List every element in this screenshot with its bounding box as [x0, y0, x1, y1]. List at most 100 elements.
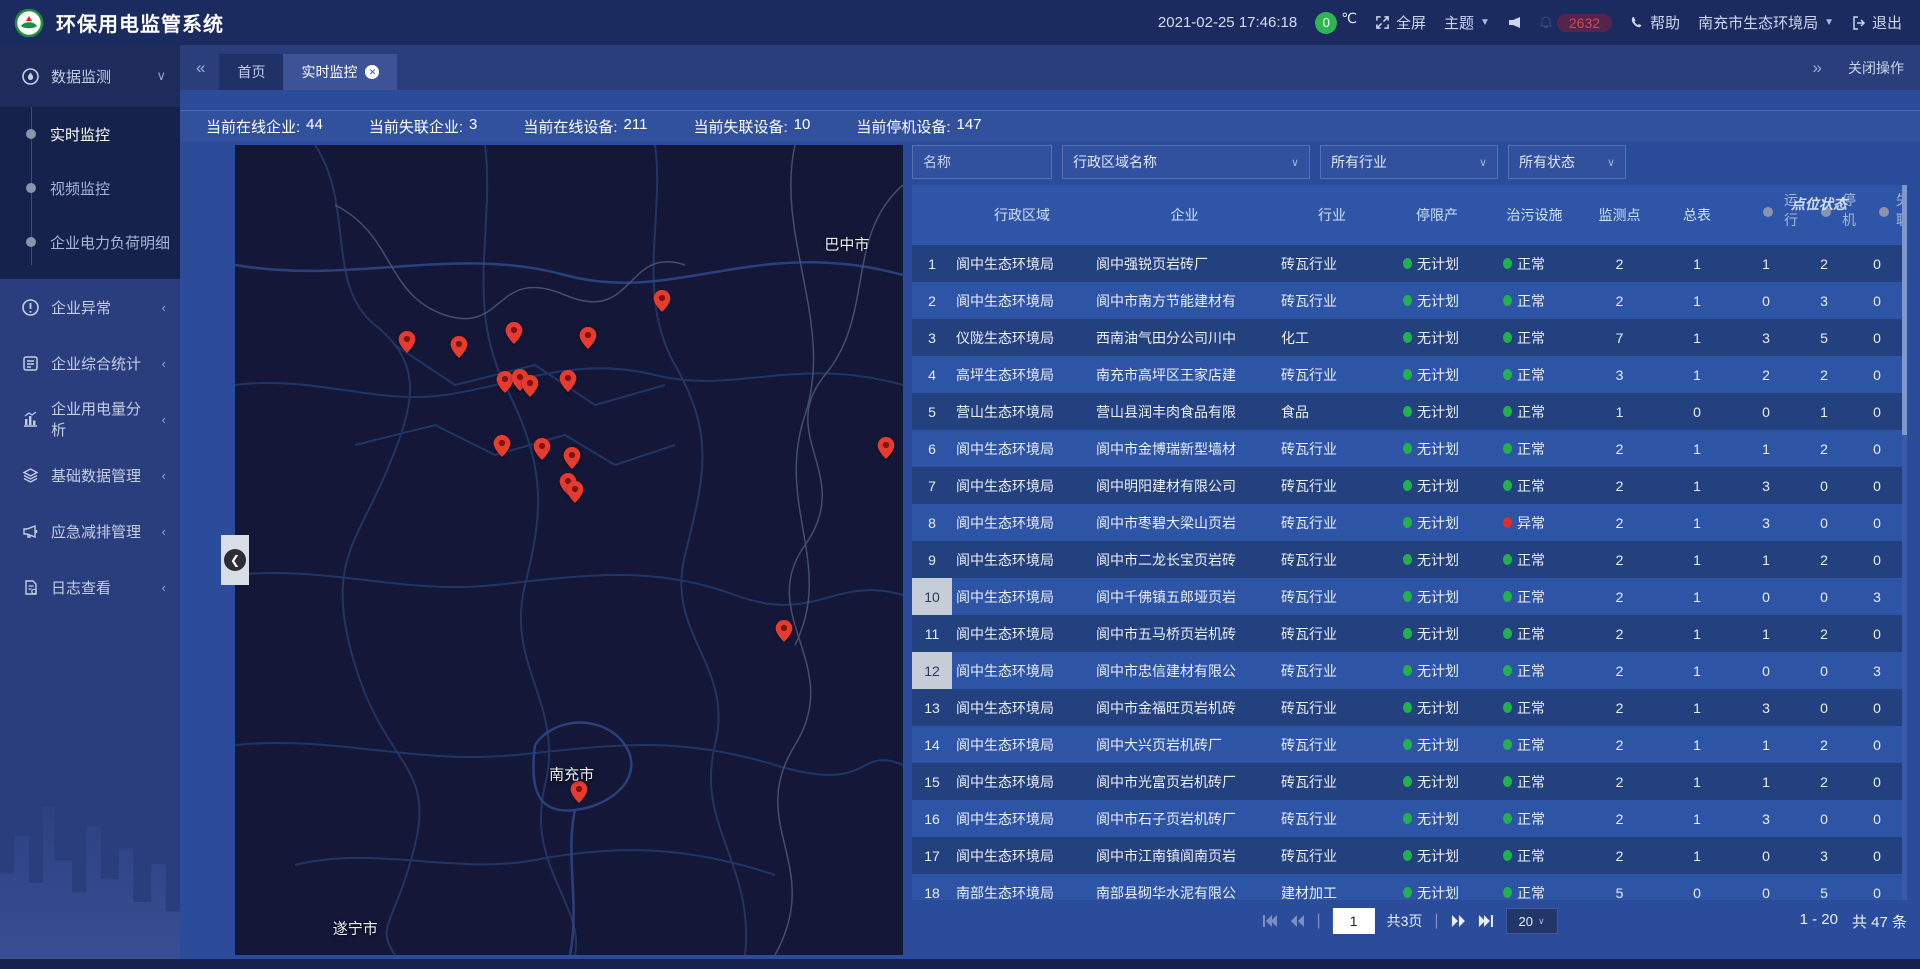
- theme-dropdown[interactable]: 主题▼: [1444, 12, 1490, 33]
- map-pin[interactable]: [534, 438, 551, 465]
- table-row[interactable]: 18南部生态环境局南部县砌华水泥有限公建材加工无计划正常50050: [912, 874, 1907, 900]
- status-dot-green: [1403, 665, 1412, 676]
- stat-online-enterprises: 当前在线企业:44: [206, 116, 323, 137]
- cell-facility: 正常: [1487, 587, 1582, 607]
- table-row[interactable]: 3仪陇生态环境局西南油气田分公司川中化工无计划正常71350: [912, 319, 1907, 356]
- map-pin[interactable]: [579, 327, 596, 354]
- cell-meter: 1: [1657, 700, 1737, 716]
- tab-home[interactable]: 首页: [219, 54, 283, 90]
- table-row[interactable]: 17阆中生态环境局阆中市江南镇阆南页岩砖瓦行业无计划正常21030: [912, 837, 1907, 874]
- status-dot: [1503, 443, 1512, 454]
- col-production: 停限产: [1387, 185, 1487, 245]
- cell-region: 高坪生态环境局: [952, 365, 1092, 385]
- alert-circle-icon: [22, 299, 39, 316]
- tabs-scroll-right-icon[interactable]: »: [1813, 58, 1822, 78]
- map-pin[interactable]: [776, 620, 793, 647]
- table-row[interactable]: 4高坪生态环境局南充市高坪区王家店建砖瓦行业无计划正常31220: [912, 356, 1907, 393]
- cell-production: 无计划: [1387, 402, 1487, 422]
- first-page-button[interactable]: [1261, 915, 1277, 927]
- skyline-decoration: [0, 769, 180, 959]
- cell-industry: 砖瓦行业: [1277, 365, 1387, 385]
- map-pin[interactable]: [506, 322, 523, 349]
- cell-facility: 正常: [1487, 291, 1582, 311]
- map-pin[interactable]: [653, 290, 670, 317]
- tab-realtime-monitor[interactable]: 实时监控 ✕: [283, 54, 397, 90]
- row-index: 17: [912, 837, 952, 874]
- table-row[interactable]: 12阆中生态环境局阆中市忠信建材有限公砖瓦行业无计划正常21003: [912, 652, 1907, 689]
- sidebar-item-video-monitor[interactable]: 视频监控: [0, 161, 180, 215]
- cell-region: 阆中生态环境局: [952, 735, 1092, 755]
- status-dot: [1503, 480, 1512, 491]
- notification-indicator[interactable]: 2632: [1539, 14, 1612, 32]
- sidebar-item-emergency[interactable]: 应急减排管理‹: [0, 503, 180, 559]
- cell-offline: 0: [1853, 848, 1901, 864]
- cell-industry: 砖瓦行业: [1277, 698, 1387, 718]
- cell-region: 阆中生态环境局: [952, 587, 1092, 607]
- cell-region: 阆中生态环境局: [952, 291, 1092, 311]
- status-select[interactable]: 所有状态∨: [1508, 145, 1626, 179]
- help-button[interactable]: 帮助: [1630, 12, 1680, 33]
- table-row[interactable]: 7阆中生态环境局阆中明阳建材有限公司砖瓦行业无计划正常21300: [912, 467, 1907, 504]
- stat-offline-devices: 当前失联设备:10: [693, 116, 810, 137]
- close-operations-button[interactable]: 关闭操作: [1848, 58, 1904, 78]
- sidebar-item-realtime-monitor[interactable]: 实时监控: [0, 107, 180, 161]
- table-row[interactable]: 16阆中生态环境局阆中市石子页岩机砖厂砖瓦行业无计划正常21300: [912, 800, 1907, 837]
- map-pin[interactable]: [563, 447, 580, 474]
- cell-company: 阆中明阳建材有限公司: [1092, 476, 1277, 496]
- page-size-select[interactable]: 20∨: [1506, 908, 1558, 934]
- table-row[interactable]: 9阆中生态环境局阆中市二龙长宝页岩砖砖瓦行业无计划正常21120: [912, 541, 1907, 578]
- cell-run: 0: [1737, 404, 1795, 420]
- map-pin[interactable]: [560, 370, 577, 397]
- prev-page-button[interactable]: [1289, 915, 1304, 927]
- cell-points: 2: [1582, 774, 1657, 790]
- temperature-badge: 0: [1315, 12, 1337, 34]
- fullscreen-button[interactable]: 全屏: [1375, 12, 1426, 33]
- industry-select[interactable]: 所有行业∨: [1320, 145, 1498, 179]
- table-row[interactable]: 13阆中生态环境局阆中市金福旺页岩机砖砖瓦行业无计划正常21300: [912, 689, 1907, 726]
- sidebar-item-data-monitoring[interactable]: 数据监测 ∨: [0, 45, 180, 107]
- table-row[interactable]: 2阆中生态环境局阆中市南方节能建材有砖瓦行业无计划正常21030: [912, 282, 1907, 319]
- map-pin[interactable]: [877, 437, 894, 464]
- map[interactable]: ❮ 巴中市南充市遂宁市: [235, 145, 903, 955]
- table-row[interactable]: 1阆中生态环境局阆中强锐页岩砖厂砖瓦行业无计划正常21120: [912, 245, 1907, 282]
- cell-points: 3: [1582, 367, 1657, 383]
- table-scrollbar[interactable]: [1902, 185, 1907, 900]
- map-pin[interactable]: [398, 331, 415, 358]
- cell-stop: 0: [1795, 700, 1853, 716]
- table-row[interactable]: 6阆中生态环境局阆中市金博瑞新型墙材砖瓦行业无计划正常21120: [912, 430, 1907, 467]
- scrollbar-thumb[interactable]: [1902, 185, 1907, 435]
- sidebar-item-logs[interactable]: 日志查看‹: [0, 559, 180, 615]
- region-select[interactable]: 行政区域名称∨: [1062, 145, 1310, 179]
- cell-company: 阆中市忠信建材有限公: [1092, 661, 1277, 681]
- col-group-point-status: 点位状态: [1737, 194, 1901, 214]
- logout-button[interactable]: 退出: [1852, 12, 1902, 33]
- cell-offline: 0: [1853, 552, 1901, 568]
- org-dropdown[interactable]: 南充市生态环境局▼: [1698, 12, 1834, 33]
- tab-close-icon[interactable]: ✕: [365, 65, 379, 79]
- cell-run: 1: [1737, 552, 1795, 568]
- map-collapse-button[interactable]: ❮: [221, 535, 249, 585]
- name-search-input[interactable]: 名称: [912, 145, 1052, 179]
- map-pin[interactable]: [567, 481, 584, 508]
- sidebar-item-enterprise-stats[interactable]: 企业综合统计‹: [0, 335, 180, 391]
- map-pin[interactable]: [522, 375, 539, 402]
- mute-button[interactable]: [1508, 16, 1521, 29]
- table-row[interactable]: 14阆中生态环境局阆中大兴页岩机砖厂砖瓦行业无计划正常21120: [912, 726, 1907, 763]
- last-page-button[interactable]: [1478, 915, 1494, 927]
- sidebar-item-power-load-detail[interactable]: 企业电力负荷明细: [0, 215, 180, 269]
- map-pin[interactable]: [571, 781, 588, 808]
- table-row[interactable]: 5营山生态环境局营山县润丰肉食品有限食品无计划正常10010: [912, 393, 1907, 430]
- sidebar-item-enterprise-abnormal[interactable]: 企业异常‹: [0, 279, 180, 335]
- sidebar-item-base-data[interactable]: 基础数据管理‹: [0, 447, 180, 503]
- map-pin[interactable]: [494, 435, 511, 462]
- table-row[interactable]: 11阆中生态环境局阆中市五马桥页岩机砖砖瓦行业无计划正常21120: [912, 615, 1907, 652]
- table-row[interactable]: 10阆中生态环境局阆中千佛镇五郎垭页岩砖瓦行业无计划正常21003: [912, 578, 1907, 615]
- page-number-input[interactable]: 1: [1333, 908, 1375, 934]
- tabs-scroll-left-icon[interactable]: «: [196, 58, 205, 78]
- sidebar-item-power-analysis[interactable]: 企业用电量分析‹: [0, 391, 180, 447]
- next-page-button[interactable]: [1451, 915, 1466, 927]
- map-pin[interactable]: [450, 336, 467, 363]
- table-row[interactable]: 8阆中生态环境局阆中市枣碧大梁山页岩砖瓦行业无计划异常21300: [912, 504, 1907, 541]
- table-row[interactable]: 15阆中生态环境局阆中市光富页岩机砖厂砖瓦行业无计划正常21120: [912, 763, 1907, 800]
- sidebar-submenu: 实时监控 视频监控 企业电力负荷明细: [0, 107, 180, 279]
